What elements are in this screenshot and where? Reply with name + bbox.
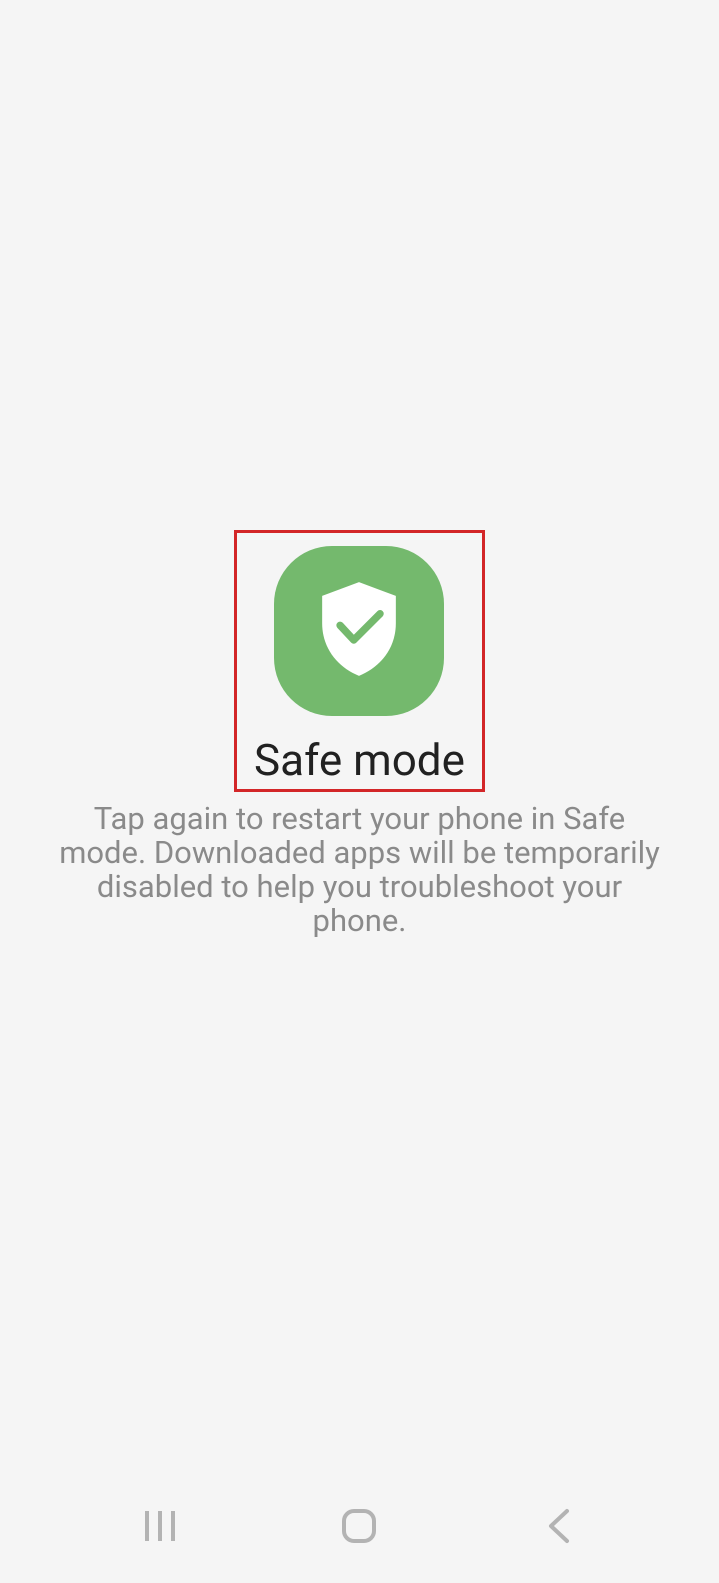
recent-apps-button[interactable] <box>110 1478 210 1578</box>
navigation-bar <box>0 1473 719 1583</box>
safe-mode-title: Safe mode <box>254 734 465 786</box>
recent-apps-icon <box>140 1506 180 1550</box>
safe-mode-description: Tap again to restart your phone in Safe … <box>0 802 719 938</box>
back-button[interactable] <box>509 1478 609 1578</box>
home-icon <box>339 1506 379 1550</box>
home-button[interactable] <box>309 1478 409 1578</box>
safe-mode-icon-container <box>274 546 444 716</box>
shield-check-icon <box>314 579 404 683</box>
back-icon <box>539 1506 579 1550</box>
safe-mode-button[interactable]: Safe mode <box>234 530 485 792</box>
safe-mode-dialog: Safe mode Tap again to restart your phon… <box>0 530 719 938</box>
